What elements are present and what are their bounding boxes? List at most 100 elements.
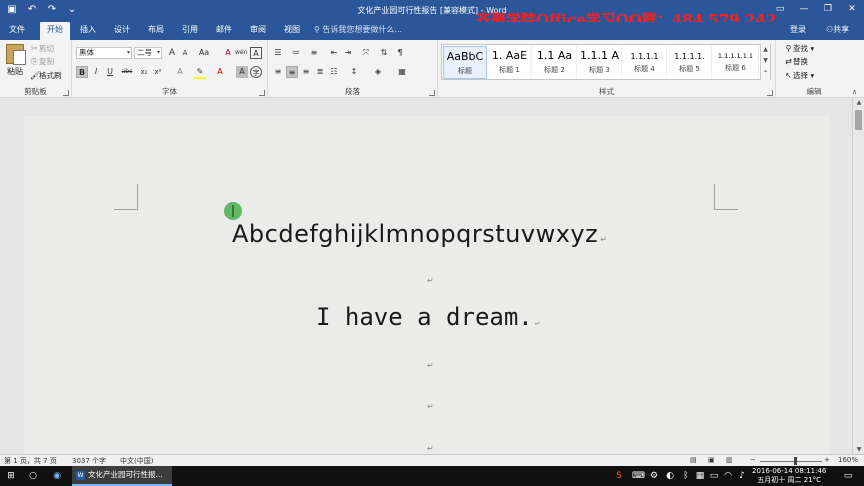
align-right-icon[interactable]: ≡ bbox=[300, 66, 312, 78]
strikethrough-button[interactable]: abc bbox=[120, 66, 134, 78]
increase-indent-icon[interactable]: ⇥ bbox=[342, 47, 354, 59]
volume-icon[interactable]: ♪ bbox=[736, 466, 748, 486]
italic-button[interactable]: I bbox=[90, 66, 102, 78]
change-case-button[interactable]: Aa bbox=[196, 47, 212, 59]
network-icon[interactable]: ▦ bbox=[694, 466, 706, 486]
phonetic-guide-button[interactable]: wén bbox=[235, 47, 247, 59]
minimize-icon[interactable]: — bbox=[792, 0, 816, 18]
clear-formatting-button[interactable]: A bbox=[222, 47, 234, 59]
sort-icon[interactable]: ⇅ bbox=[378, 47, 390, 59]
battery-icon[interactable]: ▭ bbox=[708, 466, 720, 486]
font-name-select[interactable]: 黑体 ▾ bbox=[76, 47, 132, 59]
read-mode-icon[interactable]: ▤ bbox=[690, 456, 697, 464]
style-heading-1[interactable]: 1. AaE 标题 1 bbox=[488, 46, 532, 79]
format-painter-button[interactable]: 🖌格式刷 bbox=[30, 70, 62, 81]
keyboard-icon[interactable]: ⌨ bbox=[632, 466, 645, 486]
tab-insert[interactable]: 插入 bbox=[76, 22, 100, 40]
restore-icon[interactable]: ❐ bbox=[816, 0, 840, 18]
notification-icon[interactable]: ▭ bbox=[838, 466, 858, 486]
document-page[interactable]: Abcdefghijklmnopqrstuvwxyz ↵ ↵ I have a d… bbox=[24, 116, 830, 476]
text-line-dream[interactable]: I have a dream. ↵ bbox=[316, 303, 540, 331]
font-color-button[interactable]: A bbox=[214, 66, 226, 78]
bluetooth-icon[interactable]: ᛒ bbox=[680, 466, 692, 486]
scroll-thumb[interactable] bbox=[855, 110, 862, 130]
settings-icon[interactable]: ⚙ bbox=[648, 466, 660, 486]
style-heading-3[interactable]: 1.1.1 A 标题 3 bbox=[578, 46, 622, 79]
shrink-font-button[interactable]: A bbox=[179, 47, 191, 59]
tab-file[interactable]: 文件 bbox=[4, 22, 30, 40]
cortana-icon[interactable]: ○ bbox=[22, 466, 44, 486]
vertical-scrollbar[interactable]: ▲ ▼ bbox=[852, 98, 864, 454]
enclose-characters-button[interactable]: 字 bbox=[250, 66, 262, 78]
font-size-select[interactable]: 二号 ▾ bbox=[134, 47, 162, 59]
chevron-down-icon[interactable]: ▼ bbox=[761, 55, 770, 66]
tab-design[interactable]: 设计 bbox=[110, 22, 134, 40]
tray-app-icon[interactable]: S bbox=[612, 466, 626, 486]
text-effects-icon[interactable]: A bbox=[174, 66, 186, 78]
tray-icon[interactable]: ◐ bbox=[664, 466, 676, 486]
style-heading-6[interactable]: 1.1.1.1.1.1 标题 6 bbox=[713, 46, 759, 79]
tell-me-box[interactable]: ⚲ 告诉我您想要做什么... bbox=[314, 22, 402, 40]
line-spacing-icon[interactable]: ↕ bbox=[348, 66, 360, 78]
zoom-slider-thumb[interactable] bbox=[794, 457, 797, 465]
zoom-out-button[interactable]: − bbox=[750, 456, 756, 464]
character-border-button[interactable]: A bbox=[250, 47, 262, 59]
find-button[interactable]: ⚲ 查找 ▾ bbox=[784, 43, 815, 54]
borders-icon[interactable]: ▦ bbox=[396, 66, 408, 78]
more-icon[interactable]: ⩡ bbox=[761, 66, 770, 77]
paragraph-launcher-icon[interactable] bbox=[429, 90, 435, 96]
numbering-icon[interactable]: ≔ bbox=[290, 47, 302, 59]
style-heading-5[interactable]: 1.1.1.1. 标题 5 bbox=[668, 46, 712, 79]
justify-icon[interactable]: ≣ bbox=[314, 66, 326, 78]
align-left-icon[interactable]: ≡ bbox=[272, 66, 284, 78]
clipboard-launcher-icon[interactable] bbox=[63, 90, 69, 96]
app-icon[interactable]: ◉ bbox=[46, 466, 68, 486]
scroll-down-icon[interactable]: ▼ bbox=[853, 446, 864, 453]
align-center-icon[interactable]: ≡ bbox=[286, 66, 298, 78]
styles-launcher-icon[interactable] bbox=[767, 90, 773, 96]
chinese-layout-icon[interactable]: ⤧ bbox=[360, 47, 372, 59]
styles-scroll[interactable]: ▲ ▼ ⩡ bbox=[760, 44, 770, 80]
scroll-up-icon[interactable]: ▲ bbox=[853, 99, 864, 106]
tab-mailings[interactable]: 邮件 bbox=[212, 22, 236, 40]
tab-review[interactable]: 审阅 bbox=[246, 22, 270, 40]
show-marks-icon[interactable]: ¶ bbox=[394, 47, 406, 59]
distributed-icon[interactable]: ☷ bbox=[328, 66, 340, 78]
wifi-icon[interactable]: ◠ bbox=[722, 466, 734, 486]
bullets-icon[interactable]: ☰ bbox=[272, 47, 284, 59]
word-taskbar-button[interactable]: W 文化产业园可行性报... bbox=[72, 466, 172, 486]
zoom-slider[interactable] bbox=[760, 461, 822, 462]
tab-references[interactable]: 引用 bbox=[178, 22, 202, 40]
select-button[interactable]: ↖选择 ▾ bbox=[784, 70, 814, 81]
copy-button[interactable]: ⎘复制 bbox=[30, 56, 54, 67]
ribbon-options-icon[interactable]: ▭ bbox=[768, 0, 792, 18]
multilevel-list-icon[interactable]: ≡ bbox=[308, 47, 320, 59]
grow-font-button[interactable]: A bbox=[166, 47, 178, 59]
tab-home[interactable]: 开始 bbox=[40, 22, 70, 40]
bold-button[interactable]: B bbox=[76, 66, 88, 78]
taskbar-clock[interactable]: 2016-06-14 08:11:46 五月初十 周二 21°C bbox=[752, 467, 826, 485]
decrease-indent-icon[interactable]: ⇤ bbox=[328, 47, 340, 59]
tab-layout[interactable]: 布局 bbox=[144, 22, 168, 40]
superscript-button[interactable]: x² bbox=[152, 66, 164, 78]
paste-button[interactable]: 粘贴 bbox=[4, 44, 26, 80]
share-button[interactable]: ⚇共享 bbox=[826, 22, 849, 40]
collapse-ribbon-icon[interactable]: ∧ bbox=[852, 88, 857, 96]
cut-button[interactable]: ✂剪切 bbox=[30, 43, 54, 54]
style-title[interactable]: AaBbC 标题 bbox=[443, 46, 487, 79]
underline-button[interactable]: U bbox=[104, 66, 116, 78]
web-layout-icon[interactable]: ▥ bbox=[726, 456, 733, 464]
character-shading-button[interactable]: A bbox=[236, 66, 248, 78]
zoom-level[interactable]: 160% bbox=[838, 456, 858, 464]
style-heading-4[interactable]: 1.1.1.1 标题 4 bbox=[623, 46, 667, 79]
close-icon[interactable]: ✕ bbox=[840, 0, 864, 18]
page-count[interactable]: 第 1 页，共 7 页 bbox=[4, 456, 57, 466]
text-line-alphabet[interactable]: Abcdefghijklmnopqrstuvwxyz ↵ bbox=[232, 220, 607, 248]
signin-link[interactable]: 登录 bbox=[790, 22, 806, 40]
language-indicator[interactable]: 中文(中国) bbox=[120, 456, 153, 466]
windows-start-icon[interactable]: ⊞ bbox=[0, 466, 22, 486]
zoom-in-button[interactable]: + bbox=[824, 456, 830, 464]
print-layout-icon[interactable]: ▣ bbox=[708, 456, 715, 464]
font-launcher-icon[interactable] bbox=[259, 90, 265, 96]
subscript-button[interactable]: x₂ bbox=[138, 66, 150, 78]
